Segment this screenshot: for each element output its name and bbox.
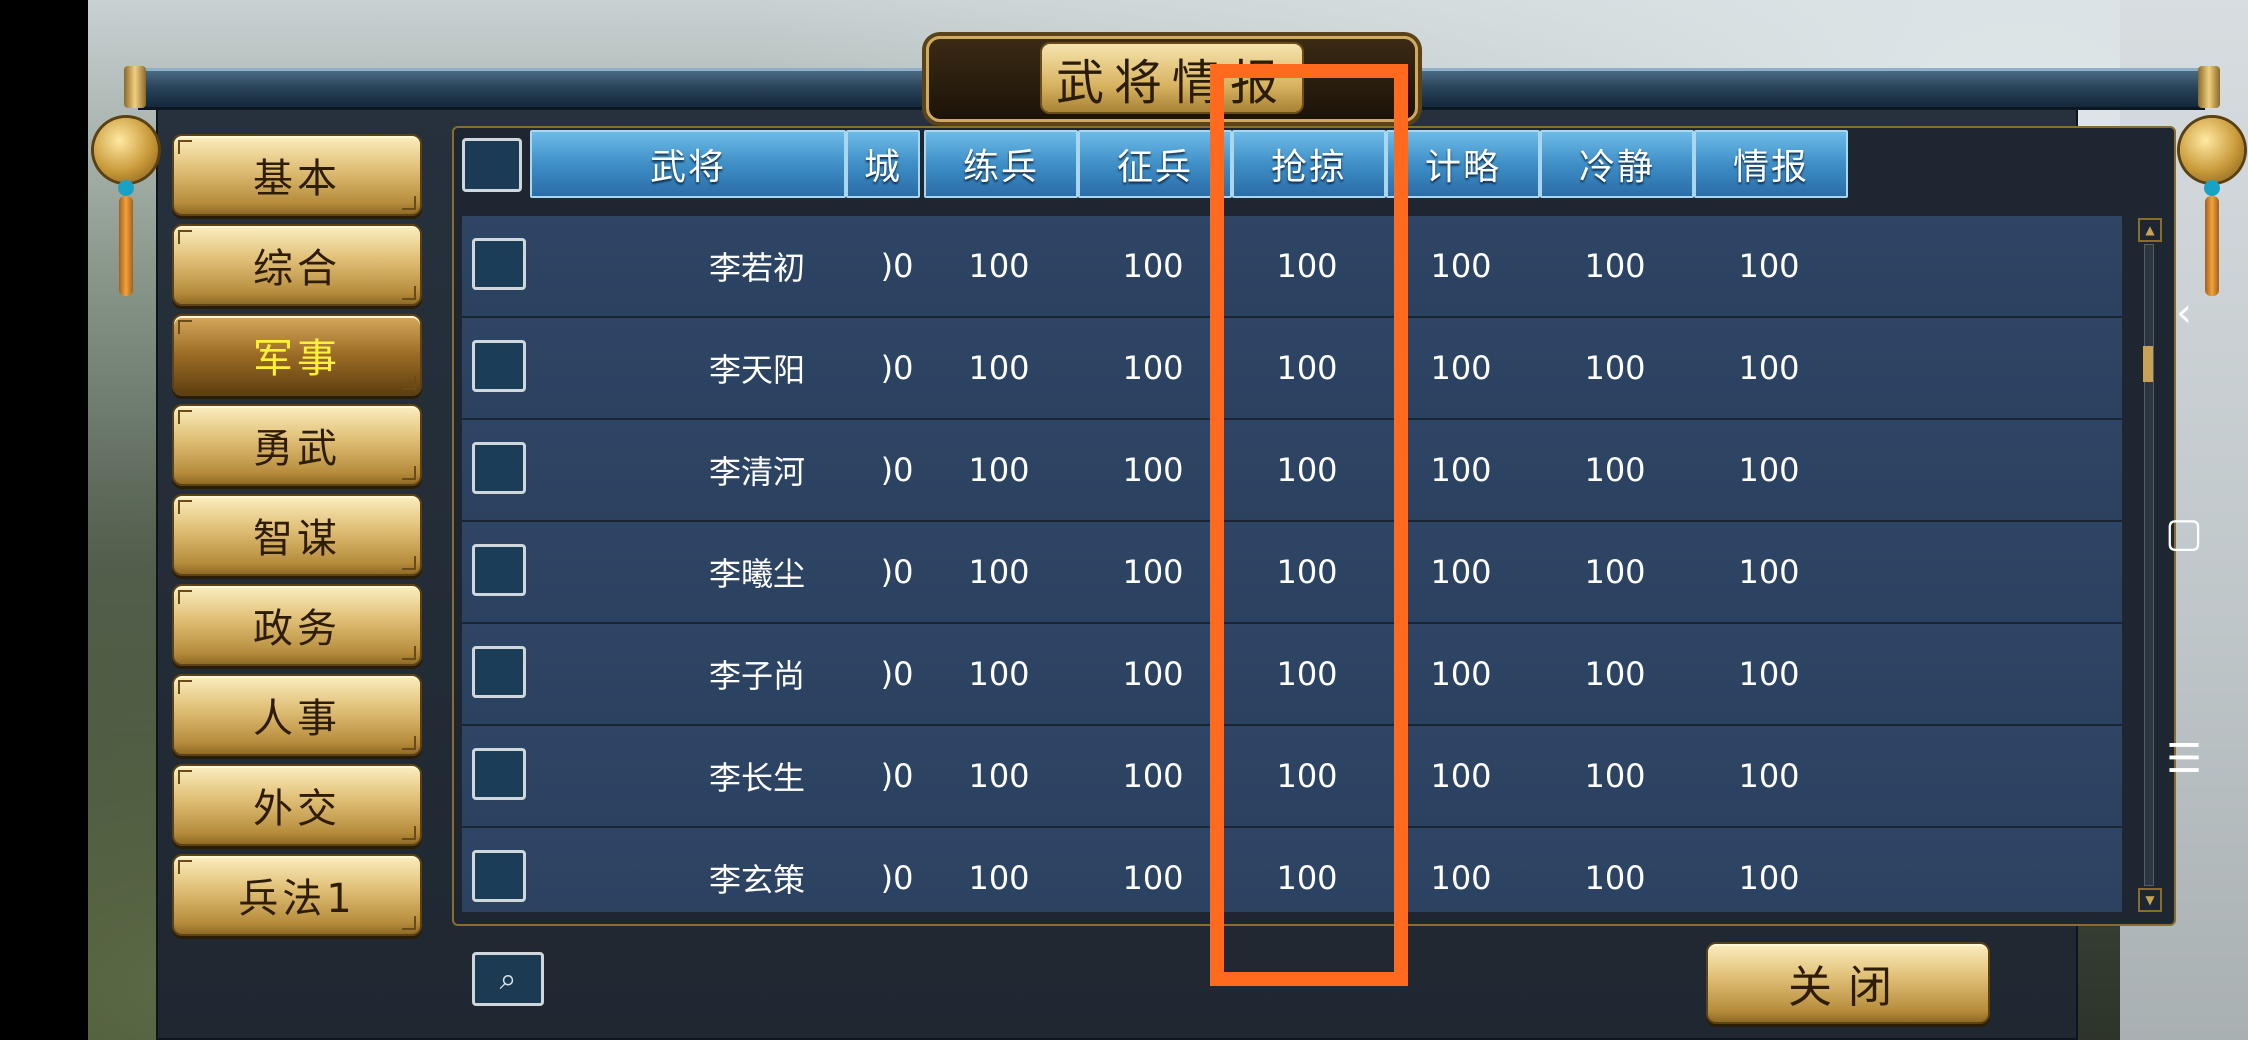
row-checkbox[interactable] — [472, 850, 526, 902]
medallion-right — [2180, 118, 2244, 182]
column-header-training[interactable]: 练兵 — [924, 130, 1078, 198]
scheme-value: 100 — [1430, 247, 1492, 285]
scheme-value: 100 — [1430, 859, 1492, 897]
menu-item-label: 基本 — [253, 156, 341, 202]
intel-value: 100 — [1738, 859, 1800, 897]
menu-item-tactics[interactable]: 兵法1 — [172, 854, 422, 936]
menu-item-label: 勇武 — [253, 426, 341, 472]
search-button[interactable]: ⌕ — [472, 952, 544, 1006]
training-value: 100 — [968, 553, 1030, 591]
home-icon[interactable]: ▢ — [2160, 510, 2208, 556]
tassel-left — [119, 196, 133, 296]
recruit-value: 100 — [1122, 349, 1184, 387]
recruit-value: 100 — [1122, 553, 1184, 591]
recruit-value: 100 — [1122, 451, 1184, 489]
column-header-recruit[interactable]: 征兵 — [1078, 130, 1232, 198]
intel-value: 100 — [1738, 247, 1800, 285]
row-checkbox[interactable] — [472, 442, 526, 494]
calm-value: 100 — [1584, 859, 1646, 897]
menu-item-diplomacy[interactable]: 外交 — [172, 764, 422, 846]
rod-cap-left — [124, 66, 146, 108]
menu-item-label: 人事 — [253, 696, 341, 742]
rod-cap-right — [2198, 66, 2220, 108]
menu-item-label: 外交 — [253, 786, 341, 832]
scheme-value: 100 — [1430, 553, 1492, 591]
scheme-value: 100 — [1430, 757, 1492, 795]
intel-value: 100 — [1738, 553, 1800, 591]
select-all-checkbox[interactable] — [462, 138, 522, 192]
menu-item-label: 兵法1 — [238, 876, 356, 922]
scheme-value: 100 — [1430, 655, 1492, 693]
menu-item-politics[interactable]: 政务 — [172, 584, 422, 666]
plunder-column-highlight — [1210, 64, 1408, 986]
menu-icon[interactable]: ☰ — [2160, 736, 2208, 782]
calm-value: 100 — [1584, 349, 1646, 387]
medallion-left — [94, 118, 158, 182]
row-checkbox[interactable] — [472, 748, 526, 800]
scrollbar-track[interactable] — [2144, 244, 2154, 886]
menu-item-overview[interactable]: 综合 — [172, 224, 422, 306]
training-value: 100 — [968, 451, 1030, 489]
menu-item-label: 军事 — [253, 336, 341, 382]
column-header-calm[interactable]: 冷静 — [1540, 130, 1694, 198]
bead-right — [2204, 180, 2220, 196]
back-icon[interactable]: ‹ — [2160, 290, 2208, 336]
left-letterbox — [0, 0, 88, 1040]
column-header-scheme[interactable]: 计略 — [1386, 130, 1540, 198]
scroll-rod-right — [1380, 68, 2205, 110]
close-button[interactable]: 关闭 — [1706, 942, 1990, 1024]
scrollbar-thumb[interactable] — [2143, 346, 2153, 382]
training-value: 100 — [968, 757, 1030, 795]
menu-item-personnel[interactable]: 人事 — [172, 674, 422, 756]
column-header-city[interactable]: 城 — [846, 130, 920, 198]
menu-item-basic[interactable]: 基本 — [172, 134, 422, 216]
menu-item-label: 政务 — [253, 606, 341, 652]
magnifier-icon: ⌕ — [499, 961, 517, 997]
intel-value: 100 — [1738, 655, 1800, 693]
menu-item-label: 综合 — [253, 246, 341, 292]
bead-left — [118, 180, 134, 196]
training-value: 100 — [968, 247, 1030, 285]
recruit-value: 100 — [1122, 655, 1184, 693]
column-header-general[interactable]: 武将 — [530, 130, 846, 198]
row-checkbox[interactable] — [472, 238, 526, 290]
calm-value: 100 — [1584, 757, 1646, 795]
calm-value: 100 — [1584, 247, 1646, 285]
menu-item-strategy[interactable]: 智谋 — [172, 494, 422, 576]
row-checkbox[interactable] — [472, 646, 526, 698]
intel-value: 100 — [1738, 451, 1800, 489]
scheme-value: 100 — [1430, 451, 1492, 489]
recruit-value: 100 — [1122, 859, 1184, 897]
calm-value: 100 — [1584, 451, 1646, 489]
calm-value: 100 — [1584, 553, 1646, 591]
menu-item-military[interactable]: 军事 — [172, 314, 422, 396]
training-value: 100 — [968, 859, 1030, 897]
tassel-right — [2205, 196, 2219, 296]
scheme-value: 100 — [1430, 349, 1492, 387]
row-checkbox[interactable] — [472, 340, 526, 392]
column-header-intel[interactable]: 情报 — [1694, 130, 1848, 198]
calm-value: 100 — [1584, 655, 1646, 693]
scroll-up-arrow-icon[interactable]: ▲ — [2138, 218, 2162, 242]
training-value: 100 — [968, 655, 1030, 693]
row-checkbox[interactable] — [472, 544, 526, 596]
intel-value: 100 — [1738, 757, 1800, 795]
menu-item-label: 智谋 — [253, 516, 341, 562]
scroll-down-arrow-icon[interactable]: ▼ — [2138, 888, 2162, 912]
intel-value: 100 — [1738, 349, 1800, 387]
recruit-value: 100 — [1122, 247, 1184, 285]
recruit-value: 100 — [1122, 757, 1184, 795]
menu-item-valor[interactable]: 勇武 — [172, 404, 422, 486]
training-value: 100 — [968, 349, 1030, 387]
